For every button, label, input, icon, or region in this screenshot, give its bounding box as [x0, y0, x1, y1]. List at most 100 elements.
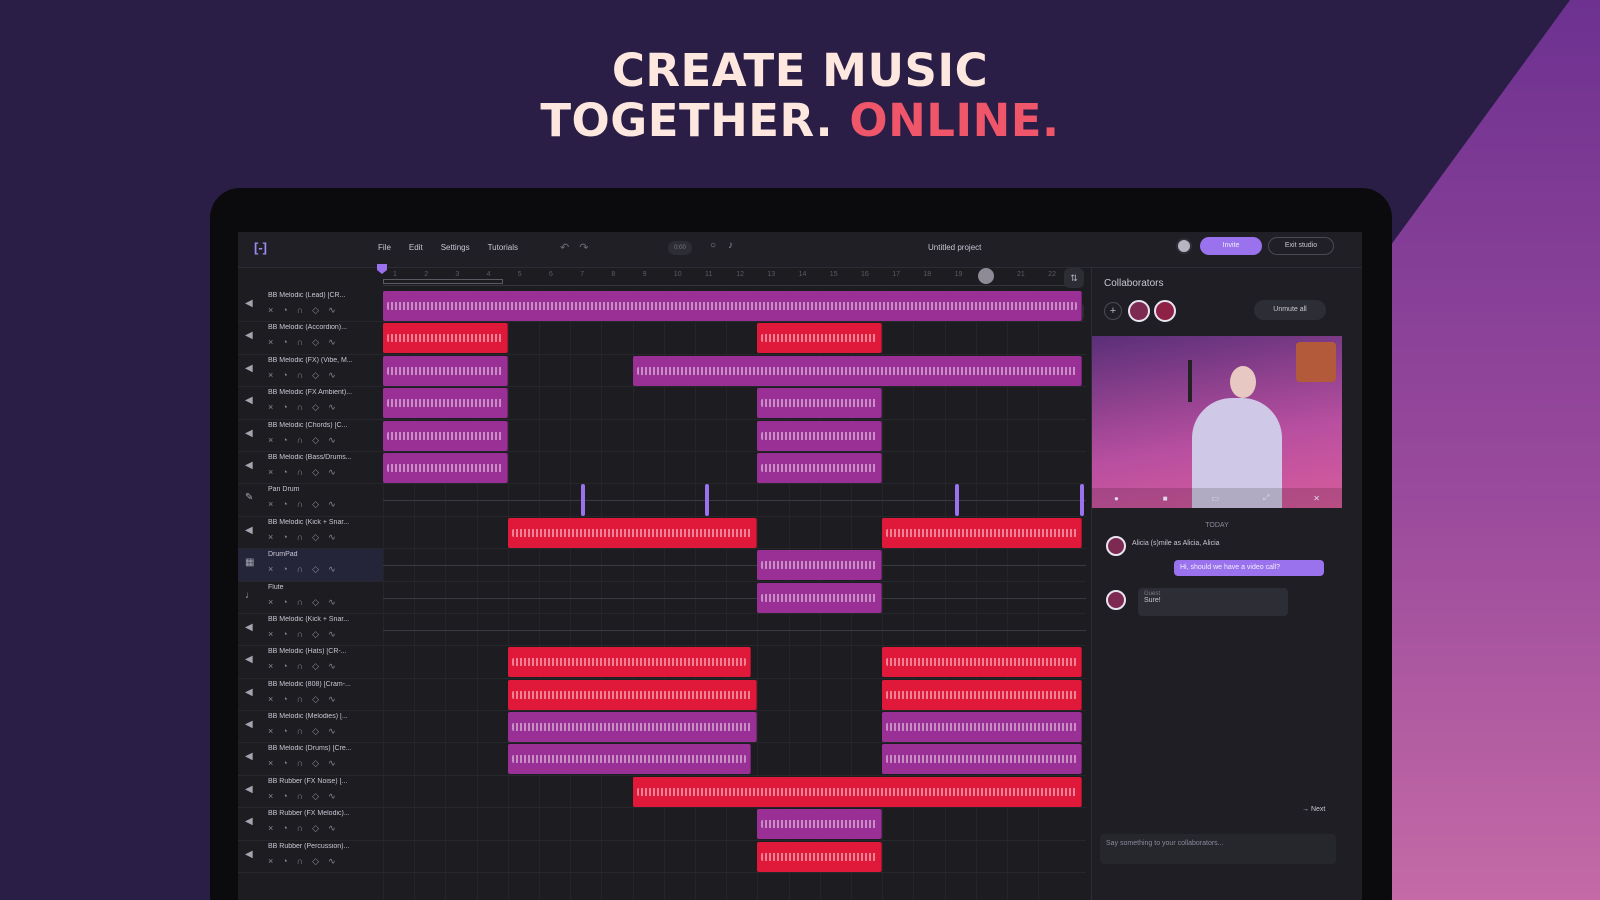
- headphones-icon[interactable]: ∩: [297, 726, 303, 737]
- automation-icon[interactable]: ∿: [328, 597, 336, 608]
- track-lane[interactable]: [383, 614, 1086, 647]
- metronome-icon[interactable]: ♪: [728, 240, 733, 251]
- track-header[interactable]: ◀ BB Rubber (FX Melodic)... × ◔ ∩ ◇ ∿: [238, 808, 383, 841]
- automation-icon[interactable]: ∿: [328, 305, 336, 316]
- volume-knob-icon[interactable]: ◔: [282, 499, 287, 510]
- pan-icon[interactable]: ◇: [312, 758, 319, 769]
- audio-clip[interactable]: [757, 323, 883, 354]
- track-header[interactable]: ◀ BB Melodic (Drums) [Cre... × ◔ ∩ ◇ ∿: [238, 743, 383, 776]
- audio-clip[interactable]: [757, 841, 883, 872]
- volume-knob-icon[interactable]: ◔: [282, 435, 287, 446]
- automation-icon[interactable]: ∿: [328, 661, 336, 672]
- pan-icon[interactable]: ◇: [312, 661, 319, 672]
- track-lane[interactable]: [383, 517, 1086, 550]
- headphones-icon[interactable]: ∩: [297, 499, 303, 510]
- audio-clip[interactable]: [383, 355, 508, 386]
- user-avatar[interactable]: [1176, 238, 1192, 254]
- audio-clip[interactable]: [882, 679, 1082, 710]
- track-name[interactable]: Pan Drum: [268, 486, 378, 493]
- pan-icon[interactable]: ◇: [312, 726, 319, 737]
- track-name[interactable]: BB Melodic (Kick + Snar...: [268, 519, 378, 526]
- automation-icon[interactable]: ∿: [328, 791, 336, 802]
- mute-icon[interactable]: ×: [268, 629, 273, 640]
- track-header[interactable]: ◀ BB Melodic (808) [Cram-... × ◔ ∩ ◇ ∿: [238, 679, 383, 712]
- mic-icon[interactable]: ●: [1114, 494, 1119, 503]
- track-name[interactable]: BB Melodic (Drums) [Cre...: [268, 745, 378, 752]
- track-header[interactable]: ◀ BB Melodic (FX Ambient)... × ◔ ∩ ◇ ∿: [238, 387, 383, 420]
- track-name[interactable]: BB Rubber (FX Noise) [...: [268, 778, 378, 785]
- volume-knob-icon[interactable]: ◔: [282, 402, 287, 413]
- track-name[interactable]: BB Melodic (Accordion)...: [268, 324, 378, 331]
- mute-icon[interactable]: ×: [268, 337, 273, 348]
- track-header[interactable]: ◀ BB Melodic (FX) (Vibe, M... × ◔ ∩ ◇ ∿: [238, 355, 383, 388]
- audio-clip[interactable]: [757, 550, 883, 581]
- volume-knob-icon[interactable]: ◔: [282, 532, 287, 543]
- volume-knob-icon[interactable]: ◔: [282, 726, 287, 737]
- headphones-icon[interactable]: ∩: [297, 532, 303, 543]
- app-logo[interactable]: [-]: [254, 240, 274, 255]
- headphones-icon[interactable]: ∩: [297, 564, 303, 575]
- automation-icon[interactable]: ∿: [328, 370, 336, 381]
- automation-icon[interactable]: ∿: [328, 758, 336, 769]
- camera-icon[interactable]: ■: [1163, 494, 1168, 503]
- pan-icon[interactable]: ◇: [312, 499, 319, 510]
- track-lane[interactable]: [383, 582, 1086, 614]
- note-marker[interactable]: [580, 484, 585, 517]
- mute-icon[interactable]: ×: [268, 467, 273, 478]
- audio-clip[interactable]: [632, 776, 1082, 807]
- volume-knob-icon[interactable]: ◔: [282, 467, 287, 478]
- track-lane[interactable]: [383, 743, 1086, 776]
- headphones-icon[interactable]: ∩: [297, 791, 303, 802]
- pan-icon[interactable]: ◇: [312, 337, 319, 348]
- track-lane[interactable]: [383, 290, 1086, 323]
- note-marker[interactable]: [955, 484, 960, 517]
- track-lane[interactable]: [383, 322, 1086, 355]
- mute-icon[interactable]: ×: [268, 370, 273, 381]
- volume-knob-icon[interactable]: ◔: [282, 661, 287, 672]
- track-name[interactable]: BB Melodic (Bass/Drums...: [268, 454, 378, 461]
- audio-clip[interactable]: [507, 679, 758, 710]
- track-name[interactable]: BB Melodic (Hats) [CR-...: [268, 648, 378, 655]
- track-lane[interactable]: [383, 679, 1086, 712]
- mixer-toggle-icon[interactable]: ⇅: [1064, 268, 1084, 288]
- pan-icon[interactable]: ◇: [312, 791, 319, 802]
- loop-region[interactable]: [383, 279, 503, 284]
- note-marker[interactable]: [705, 484, 710, 517]
- volume-knob-icon[interactable]: ◔: [282, 564, 287, 575]
- track-header[interactable]: ◀ BB Melodic (Hats) [CR-... × ◔ ∩ ◇ ∿: [238, 646, 383, 679]
- mute-icon[interactable]: ×: [268, 532, 273, 543]
- audio-clip[interactable]: [507, 517, 758, 548]
- headphones-icon[interactable]: ∩: [297, 856, 303, 867]
- mute-icon[interactable]: ×: [268, 726, 273, 737]
- project-name[interactable]: Untitled project: [928, 243, 981, 252]
- headphones-icon[interactable]: ∩: [297, 467, 303, 478]
- headphones-icon[interactable]: ∩: [297, 758, 303, 769]
- mute-icon[interactable]: ×: [268, 564, 273, 575]
- automation-icon[interactable]: ∿: [328, 435, 336, 446]
- undo-icon[interactable]: ↶: [560, 241, 569, 254]
- mute-icon[interactable]: ×: [268, 597, 273, 608]
- automation-icon[interactable]: ∿: [328, 337, 336, 348]
- playhead-marker[interactable]: [377, 264, 387, 274]
- track-name[interactable]: BB Melodic (FX) (Vibe, M...: [268, 357, 378, 364]
- volume-knob-icon[interactable]: ◔: [282, 694, 287, 705]
- track-header[interactable]: ◀ BB Melodic (Kick + Snar... × ◔ ∩ ◇ ∿: [238, 517, 383, 550]
- headphones-icon[interactable]: ∩: [297, 823, 303, 834]
- mute-icon[interactable]: ×: [268, 402, 273, 413]
- headphones-icon[interactable]: ∩: [297, 435, 303, 446]
- mute-icon[interactable]: ×: [268, 823, 273, 834]
- volume-knob-icon[interactable]: ◔: [282, 791, 287, 802]
- audio-clip[interactable]: [383, 291, 1082, 321]
- automation-icon[interactable]: ∿: [328, 402, 336, 413]
- audio-clip[interactable]: [507, 712, 758, 743]
- mute-icon[interactable]: ×: [268, 791, 273, 802]
- mute-icon[interactable]: ×: [268, 758, 273, 769]
- track-name[interactable]: BB Melodic (FX Ambient)...: [268, 389, 378, 396]
- track-lane[interactable]: [383, 355, 1086, 388]
- automation-icon[interactable]: ∿: [328, 532, 336, 543]
- mute-icon[interactable]: ×: [268, 856, 273, 867]
- track-lane[interactable]: [383, 420, 1086, 452]
- automation-icon[interactable]: ∿: [328, 823, 336, 834]
- track-header[interactable]: ◀ BB Rubber (FX Noise) [... × ◔ ∩ ◇ ∿: [238, 776, 383, 809]
- collaborator-avatar[interactable]: [1154, 300, 1176, 322]
